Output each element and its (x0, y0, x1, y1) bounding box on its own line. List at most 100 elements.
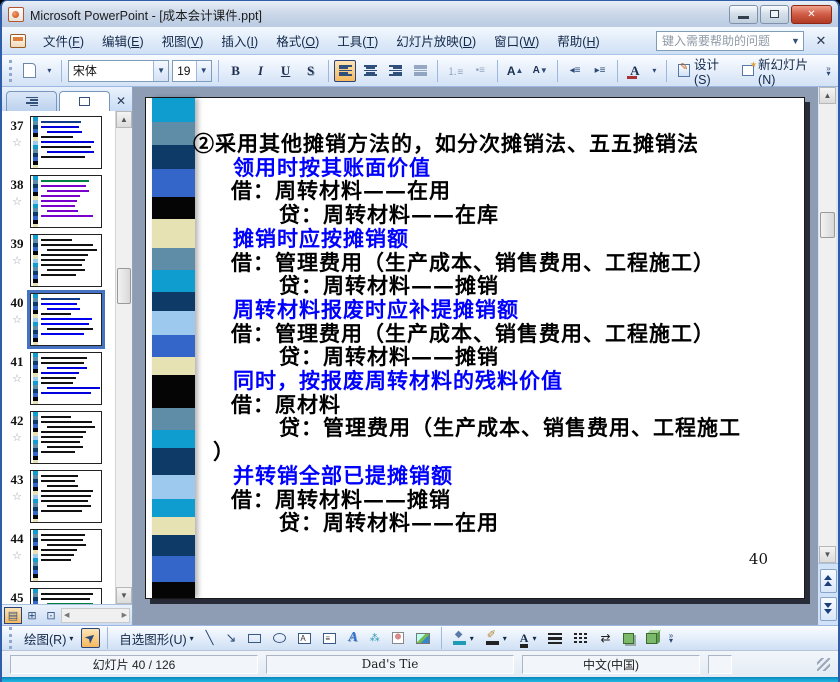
decrease-indent-button[interactable]: ◂≡ (564, 60, 586, 82)
oval-button[interactable] (269, 628, 290, 648)
menu-item-T[interactable]: 工具(T) (328, 27, 387, 54)
increase-font-size-button[interactable]: ▲ (504, 60, 526, 82)
slide-thumbnail-45[interactable]: 45☆ (4, 588, 113, 604)
slide-thumbnail-40[interactable]: 40 ☆ (4, 290, 113, 349)
toolbar-grip[interactable] (9, 627, 13, 649)
align-right-button[interactable] (384, 60, 406, 82)
diagram-button[interactable]: ⁂ (366, 628, 384, 648)
toolbar-options-chevron[interactable]: ▾ (44, 59, 55, 83)
menu-item-I[interactable]: 插入(I) (212, 27, 267, 54)
tab-outline[interactable] (6, 91, 57, 111)
shadow-button[interactable]: S (300, 60, 322, 82)
slide-thumbnail-41[interactable]: 41 ☆ (4, 352, 113, 407)
menu-item-E[interactable]: 编辑(E) (93, 27, 153, 54)
scroll-down-icon[interactable]: ▼ (819, 546, 836, 563)
toolbar-overflow-chevron[interactable]: » ▾ (823, 59, 834, 83)
resize-grip[interactable] (817, 657, 830, 671)
scroll-up-icon[interactable]: ▲ (116, 111, 132, 128)
thumbnail-slide-preview[interactable] (30, 529, 102, 582)
drawbar-overflow-chevron[interactable]: » ▾ (665, 626, 678, 650)
chevron-down-icon[interactable]: ▼ (153, 60, 169, 81)
scroll-right-icon[interactable]: ▶ (122, 611, 127, 619)
thumbnail-slide-preview[interactable] (30, 116, 102, 169)
thumbnail-slide-preview[interactable] (30, 175, 102, 228)
slideshow-view-button[interactable]: ⊡ (42, 607, 60, 624)
align-left-button[interactable] (334, 59, 357, 82)
font-size-combo[interactable]: 19 ▼ (172, 59, 212, 82)
numbered-list-button[interactable]: ⒈≡ (444, 60, 466, 82)
language-indicator[interactable]: 中文(中国) (522, 654, 700, 674)
slide-canvas[interactable]: ②采用其他摊销方法的，如分次摊销法、五五摊销法 领用时按其账面价值 借：周转材料——… (145, 97, 805, 599)
shadow-style-button[interactable] (619, 628, 638, 648)
text-box-button[interactable]: A (294, 628, 315, 648)
chevron-down-icon[interactable]: ▼ (788, 32, 803, 50)
sidebar-scroll-thumb[interactable] (117, 268, 131, 304)
slide-text-block[interactable]: ②采用其他摊销方法的，如分次摊销法、五五摊销法 领用时按其账面价值 借：周转材料——… (193, 132, 802, 535)
insert-picture-button[interactable] (412, 628, 434, 648)
line-color-button[interactable]: ▾ (482, 628, 511, 648)
dash-style-button[interactable] (570, 628, 592, 648)
increase-indent-button[interactable]: ▸≡ (589, 60, 611, 82)
chevron-down-icon[interactable]: ▼ (195, 60, 211, 81)
fill-color-button[interactable]: ▾ (449, 628, 478, 648)
document-close-button[interactable]: ✕ (810, 31, 832, 51)
slide-thumbnail-43[interactable]: 43 ☆ (4, 470, 113, 525)
slide-thumbnail-37[interactable]: 37 ☆ (4, 116, 113, 171)
previous-slide-button[interactable] (819, 568, 837, 593)
slide-thumbnail-44[interactable]: 44 ☆ (4, 529, 113, 584)
bullet-list-button[interactable]: •≡ (469, 60, 491, 82)
thumbnail-slide-preview[interactable] (27, 290, 105, 349)
tab-slides[interactable] (59, 91, 110, 111)
main-scrollbar[interactable]: ▲ ▼ (818, 87, 838, 625)
line-spacing-button[interactable] (409, 60, 431, 82)
sidebar-horizontal-scrollbar[interactable]: ◀ ▶ (61, 607, 130, 623)
3d-style-button[interactable] (642, 628, 661, 648)
restore-button[interactable] (760, 4, 789, 24)
new-presentation-button[interactable] (19, 60, 41, 82)
arrow-button[interactable]: ↘ (221, 628, 240, 648)
sidebar-scrollbar[interactable]: ▲ ▼ (115, 111, 132, 604)
italic-button[interactable]: I (250, 60, 272, 82)
scroll-up-icon[interactable]: ▲ (819, 87, 836, 104)
scroll-left-icon[interactable]: ◀ (64, 611, 69, 619)
slide-design-button[interactable]: 设计(S) (673, 58, 734, 87)
thumbnail-slide-preview[interactable] (30, 234, 102, 287)
new-slide-button[interactable]: 新幻灯片(N) (737, 58, 820, 87)
thumbnail-slide-preview[interactable] (30, 352, 102, 405)
vertical-text-box-button[interactable]: ≡ (319, 628, 340, 648)
pane-close-button[interactable]: ✕ (112, 91, 130, 111)
font-color-button[interactable]: A ▾ (515, 628, 541, 648)
arrow-style-button[interactable]: ⇄ (596, 628, 614, 648)
thumbnail-slide-preview[interactable] (30, 588, 102, 604)
align-center-button[interactable] (359, 60, 381, 82)
draw-menu-button[interactable]: 绘图(R) ▾ (20, 628, 77, 648)
bold-button[interactable]: B (225, 60, 247, 82)
slide-thumbnail-42[interactable]: 42 ☆ (4, 411, 113, 466)
slide-thumbnail-38[interactable]: 38 ☆ (4, 175, 113, 230)
slide-thumbnail-39[interactable]: 39 ☆ (4, 234, 113, 289)
minimize-button[interactable] (729, 4, 758, 24)
main-scroll-track[interactable] (819, 104, 836, 546)
normal-view-button[interactable]: ▤ (4, 606, 22, 624)
slide-sorter-view-button[interactable]: ⊞ (23, 607, 41, 624)
wordart-button[interactable]: A (344, 628, 361, 648)
font-name-combo[interactable]: 宋体 ▼ (67, 59, 170, 82)
menu-item-D[interactable]: 幻灯片放映(D) (387, 27, 485, 54)
main-scroll-thumb[interactable] (820, 212, 835, 238)
help-question-box[interactable]: 键入需要帮助的问题 ▼ (656, 30, 804, 51)
font-color-button[interactable]: A (624, 60, 646, 82)
clip-art-button[interactable] (388, 628, 408, 648)
menu-item-H[interactable]: 帮助(H) (548, 27, 608, 54)
underline-button[interactable]: U (275, 60, 297, 82)
menu-item-V[interactable]: 视图(V) (153, 27, 213, 54)
thumbnail-slide-preview[interactable] (30, 411, 102, 464)
close-button[interactable]: ✕ (791, 4, 832, 24)
line-button[interactable]: ╲ (202, 628, 218, 648)
design-template-indicator[interactable]: Dad's Tie (266, 654, 514, 674)
sidebar-scroll-track[interactable] (116, 128, 132, 587)
menu-item-O[interactable]: 格式(O) (267, 27, 328, 54)
menu-item-F[interactable]: 文件(F) (34, 27, 93, 54)
font-color-dropdown[interactable]: ▾ (649, 59, 660, 83)
scroll-down-icon[interactable]: ▼ (116, 587, 132, 604)
menu-item-W[interactable]: 窗口(W) (485, 27, 548, 54)
